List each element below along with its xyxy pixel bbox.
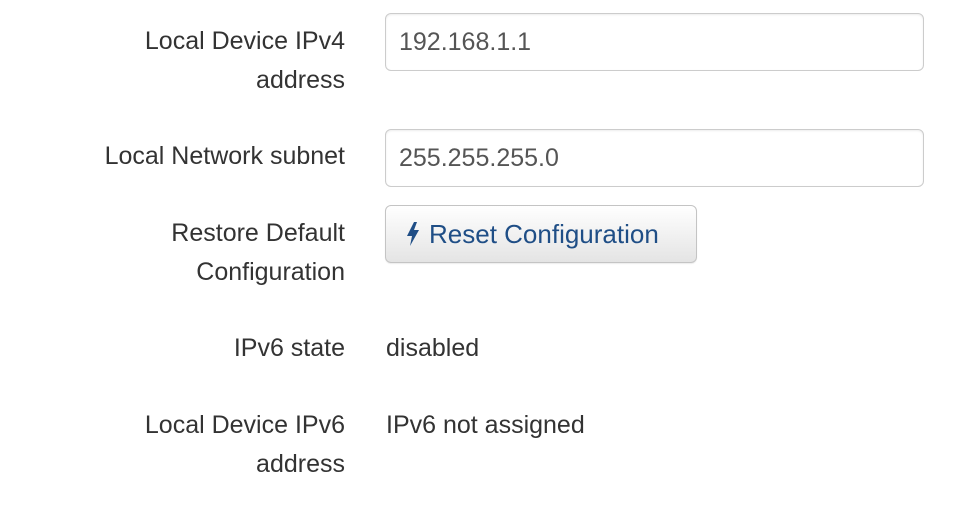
subnet-input[interactable] xyxy=(385,129,924,187)
reset-configuration-button[interactable]: Reset Configuration xyxy=(385,205,697,263)
restore-label-line2: Configuration xyxy=(196,258,345,286)
restore-label-line1: Restore Default xyxy=(171,219,345,247)
ipv4-label-line1: Local Device IPv4 xyxy=(144,27,345,55)
ipv4-address-input[interactable] xyxy=(385,13,924,71)
ipv4-label-line2: address xyxy=(256,66,345,94)
ipv6-state-value: disabled xyxy=(386,334,480,362)
restore-default-label: Restore Default Configuration xyxy=(45,214,345,292)
subnet-label: Local Network subnet xyxy=(104,142,345,170)
ipv6-address-label: Local Device IPv6 address xyxy=(45,406,345,484)
ipv6-label-line2: address xyxy=(256,450,345,478)
bolt-icon xyxy=(407,222,419,246)
ipv6-label-line1: Local Device IPv6 xyxy=(144,411,345,439)
ipv6-address-value: IPv6 not assigned xyxy=(386,411,585,439)
ipv4-address-label: Local Device IPv4 address xyxy=(45,22,345,100)
reset-configuration-label: Reset Configuration xyxy=(429,218,659,249)
ipv6-state-label: IPv6 state xyxy=(233,334,345,362)
